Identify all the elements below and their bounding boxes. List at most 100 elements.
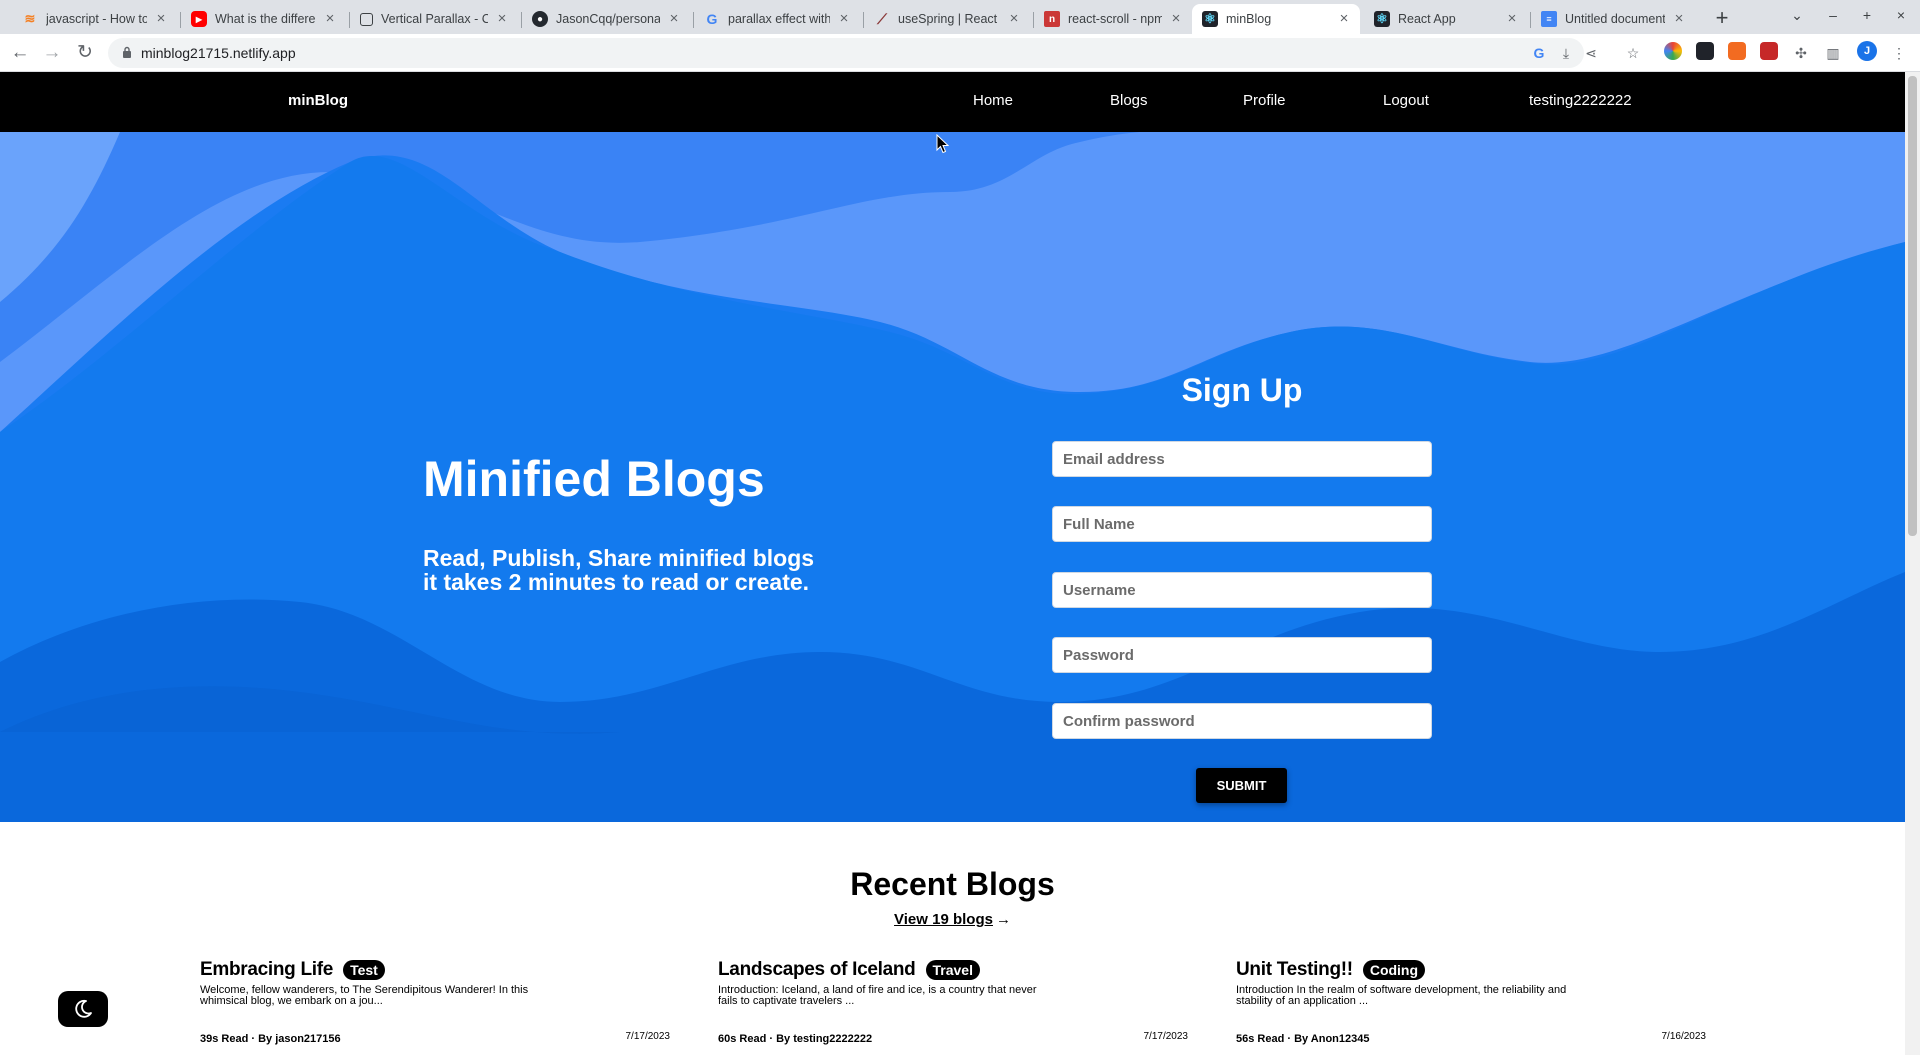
blog-card-date: 7/16/2023 [1661,1031,1707,1042]
blog-card-meta: 39s Read · By jason217156 [200,1033,341,1045]
youtube-favicon-icon: ▶ [191,11,207,27]
page-scrollbar[interactable] [1905,72,1920,1055]
nav-link-username[interactable]: testing2222222 [1529,92,1632,109]
extension-badge-icon[interactable] [1760,42,1778,60]
hero-subtitle: Read, Publish, Share minified blogs it t… [423,546,814,594]
blog-card-meta: 56s Read · By Anon12345 [1236,1033,1370,1045]
share-icon[interactable]: ⋖ [1582,44,1600,62]
puzzle-extensions-icon[interactable]: ✣ [1792,44,1810,62]
back-arrow-icon[interactable]: ← [8,41,32,65]
tab-title: react-scroll - npm [1068,12,1162,26]
nav-link-profile[interactable]: Profile [1243,92,1286,109]
browser-tab[interactable]: G parallax effect with × [694,4,860,34]
close-icon[interactable]: × [1336,11,1352,27]
close-icon[interactable]: × [1504,11,1520,27]
close-icon[interactable]: × [322,11,338,27]
extension-icon[interactable] [1728,42,1746,60]
dark-mode-toggle[interactable] [58,991,108,1027]
browser-tab[interactable]: ▶ What is the differe × [181,4,346,34]
signup-title: Sign Up [1181,372,1303,408]
tab-search-chevron-icon[interactable]: ⌄ [1786,7,1808,24]
blog-card-title[interactable]: Landscapes of Iceland [718,959,916,981]
close-window-icon[interactable]: × [1890,7,1912,23]
install-app-icon[interactable]: ⤓ [1557,44,1575,62]
email-field[interactable] [1052,441,1432,477]
profile-avatar-icon[interactable]: J [1857,41,1877,61]
blog-card-excerpt: Welcome, fellow wanderers, to The Serend… [200,984,529,1007]
react-devtools-extension-icon[interactable] [1696,42,1714,60]
site-navbar: minBlog Home Blogs Profile Logout testin… [0,72,1905,132]
blog-card-date: 7/17/2023 [1143,1031,1189,1042]
view-all-blogs-link[interactable]: View 19 blogs → [0,911,1905,928]
browser-tab[interactable]: ≋ javascript - How to × [12,4,177,34]
reload-icon[interactable]: ↻ [73,41,97,65]
nav-link-home[interactable]: Home [973,92,1013,109]
password-field[interactable] [1052,637,1432,673]
browser-tab-active[interactable]: ⚛ minBlog × [1192,4,1360,34]
recent-blogs-title: Recent Blogs [850,866,1055,902]
close-icon[interactable]: × [494,11,510,27]
address-bar[interactable]: minblog21715.netlify.app G ⤓ ⋖ [108,38,1597,68]
full-name-field[interactable] [1052,506,1432,542]
browser-toolbar: ← → ↻ minblog21715.netlify.app G ⤓ ⋖ ☆ ✣… [0,34,1920,72]
react-favicon-icon: ⚛ [1374,11,1390,27]
blog-card-date: 7/17/2023 [625,1031,671,1042]
tab-title: Untitled document [1565,12,1665,26]
tab-title: JasonCqq/personal [556,12,660,26]
close-icon[interactable]: × [1671,11,1687,27]
google-translate-icon[interactable]: G [1530,44,1548,62]
side-panel-icon[interactable]: ▥ [1824,44,1842,62]
bookmark-star-icon[interactable]: ☆ [1624,44,1642,62]
mouse-cursor-icon [936,134,950,154]
google-favicon-icon: G [706,11,718,27]
submit-button[interactable]: SUBMIT [1196,768,1287,803]
color-picker-extension-icon[interactable] [1664,42,1682,60]
view-all-blogs-label: View 19 blogs [894,911,993,928]
tab-title: React App [1398,12,1456,26]
browser-tab[interactable]: Vertical Parallax - C × [350,4,518,34]
minimize-icon[interactable]: – [1822,7,1844,23]
tab-title: javascript - How to [46,12,147,26]
confirm-password-field[interactable] [1052,703,1432,739]
browser-tab[interactable]: ≡ Untitled document × [1531,4,1695,34]
blog-card-excerpt: Introduction In the realm of software de… [1236,984,1567,1007]
browser-tab[interactable]: ● JasonCqq/personal × [522,4,690,34]
forward-arrow-icon[interactable]: → [40,41,64,65]
blog-card[interactable]: Unit Testing!! Coding Introduction In th… [1236,959,1706,1045]
close-icon[interactable]: × [1006,11,1022,27]
npm-favicon-icon: n [1044,11,1060,27]
hero-section: Minified Blogs Read, Publish, Share mini… [0,132,1905,822]
nav-link-logout[interactable]: Logout [1383,92,1429,109]
new-tab-plus-icon[interactable]: + [1710,7,1734,31]
lock-icon [123,46,131,58]
kebab-menu-icon[interactable]: ⋮ [1890,44,1908,62]
close-icon[interactable]: × [1168,11,1184,27]
hero-subtitle-line-2: it takes 2 minutes to read or create. [423,569,810,595]
close-icon[interactable]: × [836,11,852,27]
username-field[interactable] [1052,572,1432,608]
stackoverflow-favicon-icon: ≋ [24,11,36,26]
hero-subtitle-line-1: Read, Publish, Share minified blogs [423,545,815,571]
browser-tab[interactable]: n react-scroll - npm × [1034,4,1192,34]
blog-card[interactable]: Landscapes of Iceland Travel Introductio… [718,959,1188,1045]
blog-card-title[interactable]: Embracing Life [200,959,333,981]
close-icon[interactable]: × [666,11,682,27]
tab-title: What is the differe [215,12,316,26]
browser-tabstrip: ≋ javascript - How to × ▶ What is the di… [0,0,1920,34]
brand-logo[interactable]: minBlog [288,92,348,109]
scrollbar-thumb[interactable] [1908,76,1917,536]
react-spring-favicon-icon: ⟋ [877,10,887,27]
maximize-icon[interactable]: + [1856,7,1878,23]
url-text: minblog21715.netlify.app [141,45,296,61]
blog-card-title[interactable]: Unit Testing!! [1236,959,1353,981]
blog-card-meta: 60s Read · By testing2222222 [718,1033,873,1045]
page-viewport: minBlog Home Blogs Profile Logout testin… [0,72,1905,1055]
hero-title: Minified Blogs [423,451,765,507]
browser-tab[interactable]: ⚛ React App × [1364,4,1528,34]
blog-card[interactable]: Embracing Life Test Welcome, fellow wand… [200,959,670,1045]
close-icon[interactable]: × [153,11,169,27]
arrow-right-icon: → [995,911,1011,928]
page-favicon-icon [360,12,373,26]
browser-tab[interactable]: ⟋ useSpring | React × [864,4,1030,34]
nav-link-blogs[interactable]: Blogs [1110,92,1148,109]
